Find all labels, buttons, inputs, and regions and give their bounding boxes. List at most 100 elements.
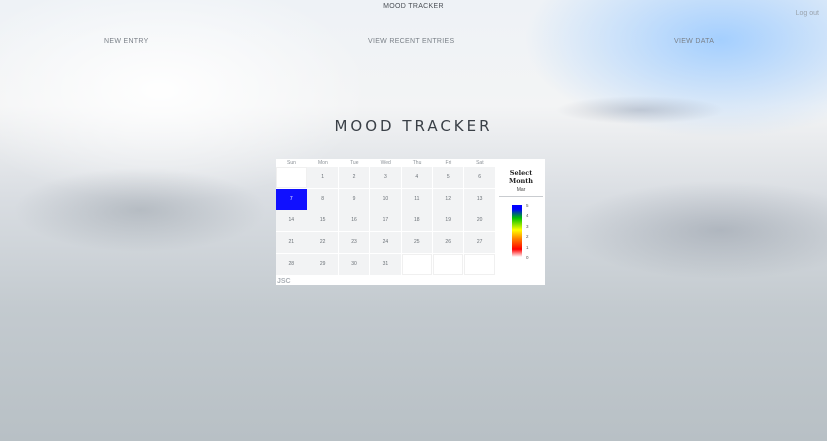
calendar-day-number: 12 bbox=[445, 195, 451, 202]
brand-logo: JSC bbox=[277, 278, 291, 285]
weekday-header: Sun Mon Tue Wed Thu Fri Sat bbox=[276, 159, 496, 167]
calendar-day-number: 17 bbox=[382, 217, 389, 224]
calendar-day-number: 28 bbox=[288, 260, 295, 267]
calendar-day-number: 20 bbox=[476, 217, 483, 224]
nav-view-recent-entries[interactable]: VIEW RECENT ENTRIES bbox=[368, 38, 454, 45]
calendar-day-number: 7 bbox=[289, 195, 293, 202]
calendar-day-empty bbox=[464, 253, 495, 275]
calendar-day[interactable]: 8 bbox=[307, 188, 338, 210]
mood-color-legend: 5 4 3 2 1 0 bbox=[497, 202, 545, 262]
calendar-day-number: 24 bbox=[382, 239, 389, 246]
calendar-day-number: 11 bbox=[414, 195, 420, 202]
calendar-day[interactable]: 10 bbox=[370, 188, 401, 210]
legend-tick-label: 0 bbox=[526, 255, 529, 260]
legend-color-bar bbox=[512, 205, 522, 257]
calendar-day[interactable]: 5 bbox=[432, 167, 464, 188]
calendar-week-row: 21 22 23 24 25 26 27 bbox=[276, 232, 496, 254]
calendar-day-number: 8 bbox=[321, 195, 325, 202]
logout-link[interactable]: Log out bbox=[796, 10, 819, 17]
calendar-day-number: 30 bbox=[351, 260, 357, 267]
calendar-week-row: 7 8 9 10 11 12 13 bbox=[276, 188, 496, 210]
calendar-day-number: 6 bbox=[478, 174, 481, 180]
calendar-day[interactable]: 3 bbox=[370, 167, 401, 188]
calendar-day-number: 22 bbox=[319, 239, 326, 246]
calendar-day-number: 5 bbox=[446, 174, 450, 180]
calendar-day[interactable]: 1 bbox=[307, 167, 338, 188]
calendar-day[interactable]: 22 bbox=[307, 232, 338, 254]
calendar-day-number: 9 bbox=[352, 195, 356, 202]
calendar-day[interactable]: 13 bbox=[464, 188, 495, 210]
calendar-day-empty bbox=[401, 253, 433, 275]
calendar-day-number: 16 bbox=[351, 217, 357, 224]
calendar-day-number: 19 bbox=[445, 217, 451, 224]
calendar-day-number: 23 bbox=[351, 239, 357, 246]
weekday-label: Sun bbox=[287, 160, 296, 166]
calendar-day-number: 10 bbox=[382, 195, 389, 202]
calendar-day[interactable]: 26 bbox=[432, 232, 464, 254]
weekday-label: Wed bbox=[380, 160, 391, 166]
calendar-day-number: 27 bbox=[476, 239, 483, 246]
calendar-day[interactable]: 11 bbox=[401, 188, 433, 210]
calendar-day[interactable]: 29 bbox=[307, 253, 338, 275]
calendar-day[interactable]: 16 bbox=[338, 210, 370, 232]
weekday-label: Tue bbox=[350, 160, 359, 166]
calendar-week-row: 1 2 3 4 5 6 bbox=[276, 167, 496, 188]
calendar-day[interactable]: 20 bbox=[464, 210, 495, 232]
month-select[interactable]: Mar bbox=[499, 187, 543, 197]
calendar-day[interactable]: 28 bbox=[276, 253, 307, 275]
weekday-label: Mon bbox=[318, 160, 328, 166]
calendar-day-number: 14 bbox=[288, 217, 295, 224]
legend-tick-label: 1 bbox=[526, 244, 529, 250]
calendar-week-row: 28 29 30 31 bbox=[276, 253, 496, 275]
legend-tick-label: 4 bbox=[526, 213, 529, 219]
select-month-title: Select Month bbox=[509, 169, 533, 185]
legend-tick-label: 2 bbox=[526, 234, 529, 240]
calendar-day-number: 13 bbox=[476, 195, 483, 202]
app-title: MOOD TRACKER bbox=[383, 3, 444, 10]
mood-calendar-widget: Sun Mon Tue Wed Thu Fri Sat 1 2 3 4 5 6 7 8 9 10 1… bbox=[276, 159, 545, 285]
calendar-day-number: 31 bbox=[382, 260, 389, 267]
calendar-day[interactable]: 2 bbox=[338, 167, 370, 188]
calendar-day-number: 2 bbox=[352, 174, 356, 180]
weekday-label: Sat bbox=[476, 160, 484, 166]
calendar-day-number: 3 bbox=[384, 174, 387, 180]
calendar-day[interactable]: 4 bbox=[401, 167, 433, 188]
nav-view-data[interactable]: VIEW DATA bbox=[674, 38, 714, 45]
calendar-day-number: 29 bbox=[319, 260, 326, 267]
calendar-day-number: 21 bbox=[288, 239, 295, 246]
calendar-day-empty bbox=[432, 253, 464, 275]
calendar-day[interactable]: 7 bbox=[276, 188, 307, 210]
calendar-day-empty bbox=[276, 167, 307, 188]
calendar-day[interactable]: 21 bbox=[276, 232, 307, 254]
calendar-day[interactable]: 31 bbox=[370, 253, 401, 275]
calendar-day[interactable]: 9 bbox=[338, 188, 370, 210]
calendar-day[interactable]: 27 bbox=[464, 232, 495, 254]
calendar-day-number: 4 bbox=[415, 174, 419, 180]
calendar-day[interactable]: 24 bbox=[370, 232, 401, 254]
calendar-day[interactable]: 12 bbox=[432, 188, 464, 210]
calendar-week-row: 14 15 16 17 18 19 20 bbox=[276, 210, 496, 232]
month-panel: Select Month Mar 5 4 3 2 1 0 bbox=[497, 169, 545, 262]
weekday-label: Thu bbox=[412, 160, 422, 166]
legend-tick-label: 5 bbox=[526, 203, 529, 208]
weekday-label: Fri bbox=[445, 160, 452, 166]
calendar-day[interactable]: 17 bbox=[370, 210, 401, 232]
calendar-day[interactable]: 30 bbox=[338, 253, 370, 275]
calendar-grid: Sun Mon Tue Wed Thu Fri Sat 1 2 3 4 5 6 7 8 9 10 1… bbox=[276, 159, 496, 275]
calendar-day[interactable]: 19 bbox=[432, 210, 464, 232]
calendar-day-number: 15 bbox=[319, 217, 326, 224]
calendar-day-number: 18 bbox=[414, 217, 420, 224]
calendar-day[interactable]: 25 bbox=[401, 232, 433, 254]
calendar-day-number: 25 bbox=[414, 239, 420, 246]
page-title: MOOD TRACKER bbox=[334, 117, 493, 135]
calendar-day-number: 26 bbox=[445, 239, 451, 246]
calendar-day[interactable]: 23 bbox=[338, 232, 370, 254]
legend-tick-label: 3 bbox=[526, 223, 529, 229]
calendar-weeks: 1 2 3 4 5 6 7 8 9 10 11 12 13 14 15 16 17 18 19 20 21 22 23 24 2… bbox=[276, 167, 496, 275]
nav-new-entry[interactable]: NEW ENTRY bbox=[104, 38, 149, 45]
calendar-day[interactable]: 14 bbox=[276, 210, 307, 232]
calendar-day-number: 1 bbox=[321, 174, 325, 180]
calendar-day[interactable]: 18 bbox=[401, 210, 433, 232]
calendar-day[interactable]: 6 bbox=[464, 167, 495, 188]
calendar-day[interactable]: 15 bbox=[307, 210, 338, 232]
